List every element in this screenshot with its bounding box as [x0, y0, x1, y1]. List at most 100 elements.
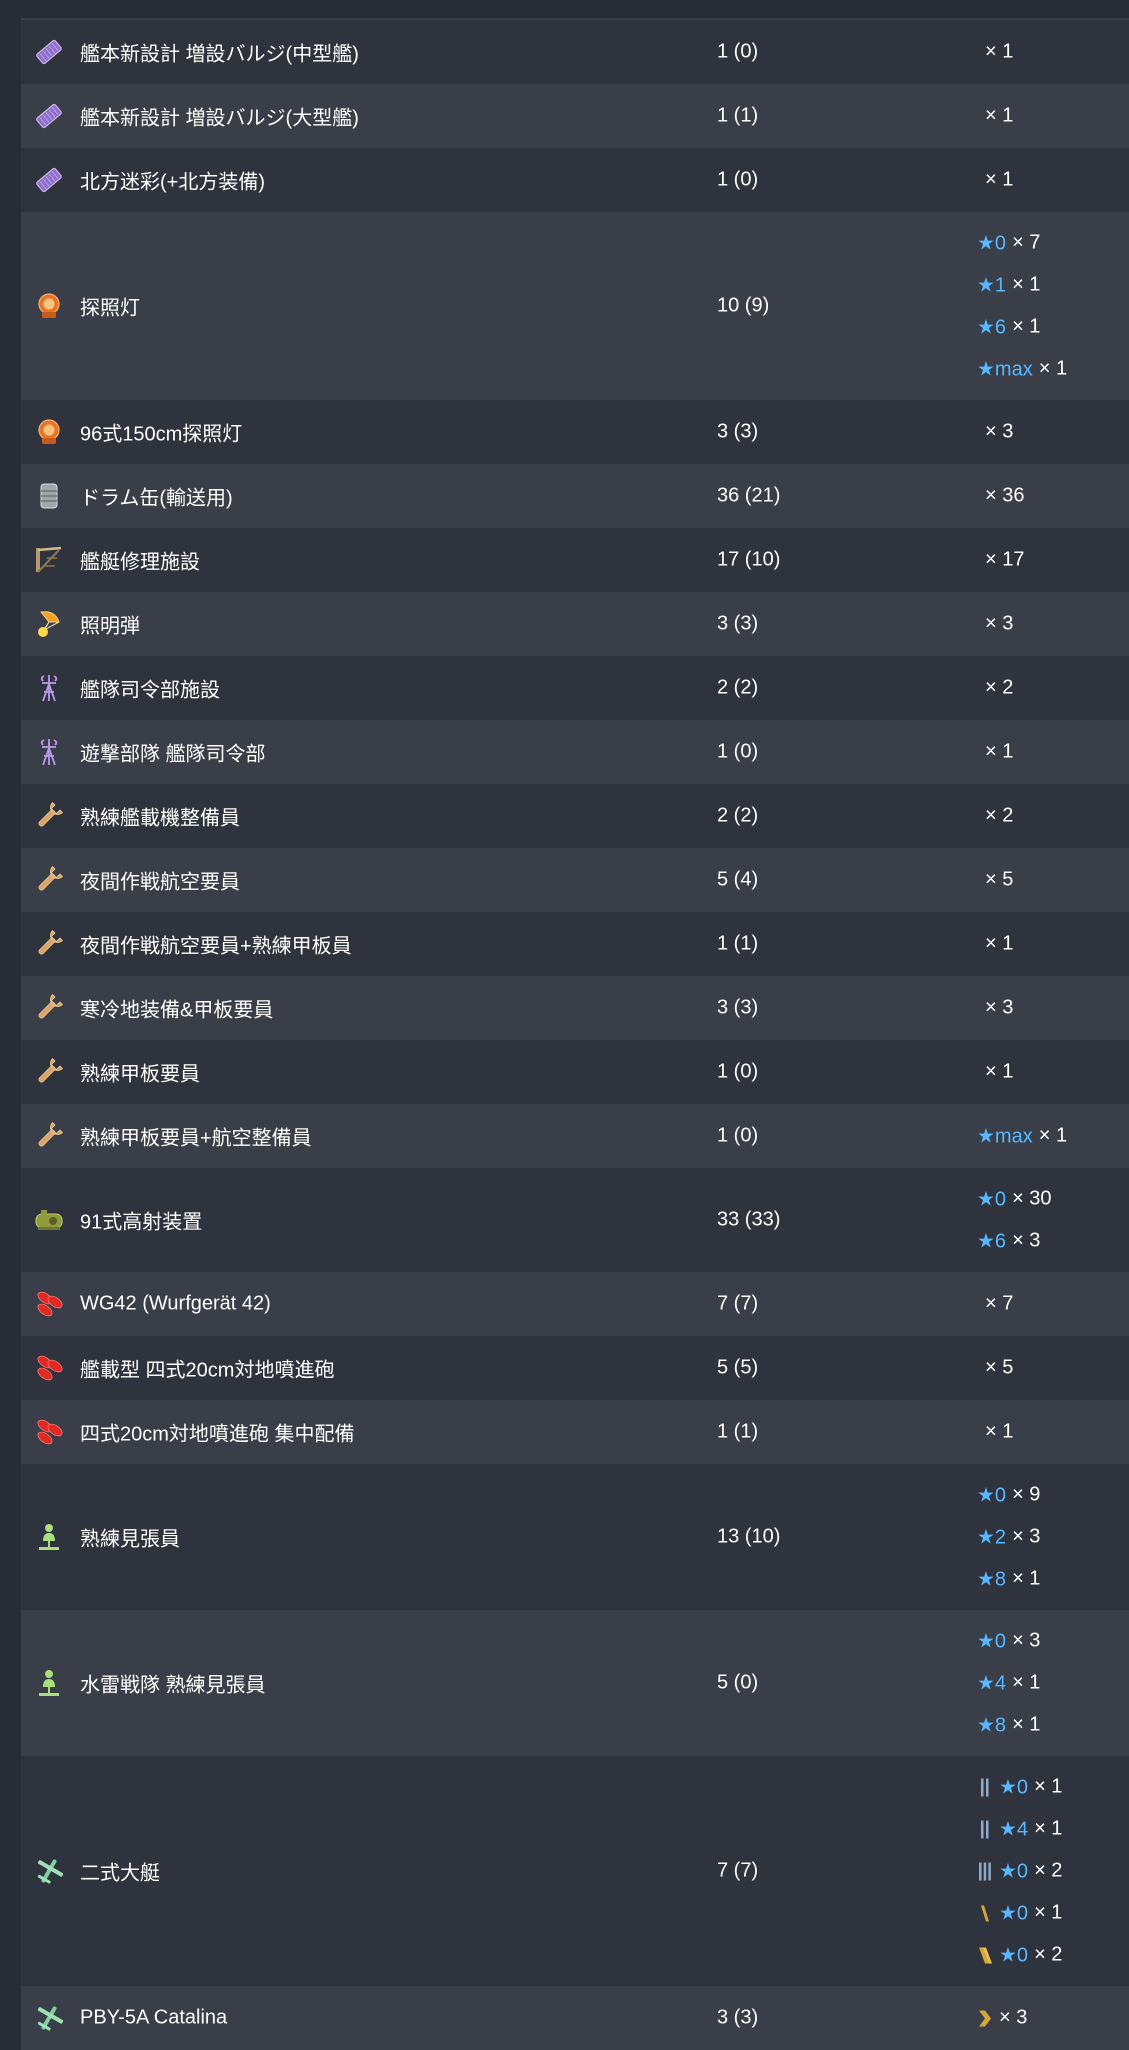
- table-row: 二式大艇 7 (7) ★0 × 1 ★4 × 1 ★0 × 2 ★0 × 1 ★0 × 2: [21, 1756, 1129, 1986]
- equipment-count: 5 (4): [717, 868, 759, 891]
- equipment-count: 2 (2): [717, 804, 759, 827]
- table-row: 艦隊司令部施設 2 (2) × 2: [21, 656, 1129, 720]
- drum-canister-icon: [33, 480, 65, 512]
- improvement-entry: × 1: [977, 741, 1013, 764]
- improvement-count: × 30: [1012, 1187, 1052, 1210]
- improvement-star: ★8: [977, 1568, 1007, 1591]
- equipment-name: 北方迷彩(+北方装備): [80, 171, 265, 194]
- improvement-entry: ★max × 1: [977, 357, 1067, 382]
- improvement-count: × 7: [985, 1292, 1014, 1315]
- improvement-count: × 1: [1012, 1567, 1041, 1590]
- equipment-name: 二式大艇: [80, 1862, 160, 1885]
- wrench-icon: [33, 864, 65, 896]
- equipment-count: 3 (3): [717, 420, 759, 443]
- improvement-count: × 1: [985, 1420, 1014, 1443]
- table-row: 熟練艦載機整備員 2 (2) × 2: [21, 784, 1129, 848]
- equipment-count: 1 (0): [717, 740, 759, 763]
- improvement-entry: ★0 × 30: [977, 1187, 1052, 1212]
- equipment-count: 17 (10): [717, 548, 781, 571]
- bulge-icon: [33, 164, 65, 196]
- equipment-count: 36 (21): [717, 484, 781, 507]
- wrench-icon: [33, 992, 65, 1024]
- table-row: 四式20cm対地噴進砲 集中配備 1 (1) × 1: [21, 1400, 1129, 1464]
- improvement-count: × 1: [1012, 273, 1041, 296]
- table-row: 96式150cm探照灯 3 (3) × 3: [21, 400, 1129, 464]
- improvement-entry: ★8 × 1: [977, 1567, 1040, 1592]
- improvement-entry: × 3: [977, 997, 1013, 1020]
- improvement-entry: ★4 × 1: [977, 1671, 1040, 1696]
- improvement-entry: × 3: [977, 421, 1013, 444]
- fleet-command-icon: [33, 736, 65, 768]
- improvement-entry: × 1: [977, 1421, 1013, 1444]
- table-row: PBY-5A Catalina 3 (3) × 3: [21, 1986, 1129, 2050]
- improvement-count: × 1: [985, 40, 1014, 63]
- bulge-icon: [33, 36, 65, 68]
- improvement-count: × 2: [985, 804, 1014, 827]
- improvement-star: ★6: [977, 316, 1007, 339]
- improvement-entry: × 2: [977, 677, 1013, 700]
- improvement-entry: × 3: [977, 2007, 1027, 2030]
- equipment-name: 夜間作戦航空要員: [80, 871, 240, 894]
- equipment-count: 3 (3): [717, 612, 759, 635]
- improvement-entry: × 1: [977, 933, 1013, 956]
- improvement-entry: ★6 × 3: [977, 1229, 1040, 1254]
- table-row: 北方迷彩(+北方装備) 1 (0) × 1: [21, 148, 1129, 212]
- improvement-entry: × 17: [977, 549, 1024, 572]
- improvement-star: ★4: [977, 1672, 1007, 1695]
- proficiency-icon: [977, 1860, 993, 1882]
- table-row: 水雷戦隊 熟練見張員 5 (0) ★0 × 3 ★4 × 1 ★8 × 1: [21, 1610, 1129, 1756]
- proficiency-icon: [977, 2007, 993, 2029]
- improvement-star: ★0: [999, 1944, 1029, 1967]
- equipment-name: PBY-5A Catalina: [80, 2006, 228, 2029]
- equipment-name: 艦本新設計 増設バルジ(中型艦): [80, 43, 359, 66]
- improvement-entry: × 3: [977, 613, 1013, 636]
- improvement-count: × 1: [1038, 1124, 1068, 1147]
- table-row: 熟練見張員 13 (10) ★0 × 9 ★2 × 3 ★8 × 1: [21, 1464, 1129, 1610]
- equipment-name: 探照灯: [80, 297, 140, 320]
- improvement-entry: ★0 × 3: [977, 1629, 1040, 1654]
- improvement-count: × 1: [985, 104, 1014, 127]
- improvement-count: × 2: [985, 676, 1014, 699]
- table-row: 夜間作戦航空要員+熟練甲板員 1 (1) × 1: [21, 912, 1129, 976]
- improvement-count: × 7: [1012, 231, 1041, 254]
- equipment-count: 5 (5): [717, 1356, 759, 1379]
- searchlight-icon: [33, 290, 65, 322]
- improvement-entry: ★1 × 1: [977, 273, 1040, 298]
- table-row: 艦載型 四式20cm対地噴進砲 5 (5) × 5: [21, 1336, 1129, 1400]
- improvement-star: ★max: [977, 1125, 1033, 1148]
- table-row: 寒冷地装備&甲板要員 3 (3) × 3: [21, 976, 1129, 1040]
- improvement-count: × 36: [985, 484, 1025, 507]
- equipment-count: 13 (10): [717, 1525, 781, 1548]
- rocket-launcher-icon: [33, 1288, 65, 1320]
- aa-fire-director-icon: [33, 1204, 65, 1236]
- improvement-count: × 3: [985, 996, 1014, 1019]
- searchlight-icon: [33, 416, 65, 448]
- improvement-count: × 1: [985, 932, 1014, 955]
- equipment-count: 5 (0): [717, 1671, 759, 1694]
- table-row: 照明弾 3 (3) × 3: [21, 592, 1129, 656]
- improvement-entry: ★0 × 2: [977, 1943, 1062, 1968]
- improvement-star: ★8: [977, 1714, 1007, 1737]
- equipment-count: 1 (1): [717, 104, 759, 127]
- improvement-star: ★0: [977, 1188, 1007, 1211]
- improvement-count: × 1: [1012, 1671, 1041, 1694]
- equipment-count: 1 (1): [717, 1420, 759, 1443]
- proficiency-icon: [977, 1776, 993, 1798]
- improvement-star: ★max: [977, 358, 1033, 381]
- improvement-count: × 5: [985, 1356, 1014, 1379]
- improvement-count: × 1: [985, 1060, 1014, 1083]
- improvement-count: × 3: [985, 612, 1014, 635]
- wrench-icon: [33, 800, 65, 832]
- improvement-entry: ★2 × 3: [977, 1525, 1040, 1550]
- improvement-entry: × 1: [977, 105, 1013, 128]
- improvement-entry: ★0 × 9: [977, 1483, 1040, 1508]
- repair-facility-icon: [33, 544, 65, 576]
- equipment-name: 91式高射装置: [80, 1211, 203, 1234]
- improvement-count: × 1: [1034, 1817, 1063, 1840]
- lookout-icon: [33, 1521, 65, 1553]
- bulge-icon: [33, 100, 65, 132]
- equipment-count: 1 (0): [717, 40, 759, 63]
- improvement-star: ★6: [977, 1230, 1007, 1253]
- star-shell-icon: [33, 608, 65, 640]
- equipment-name: 艦本新設計 増設バルジ(大型艦): [80, 107, 359, 130]
